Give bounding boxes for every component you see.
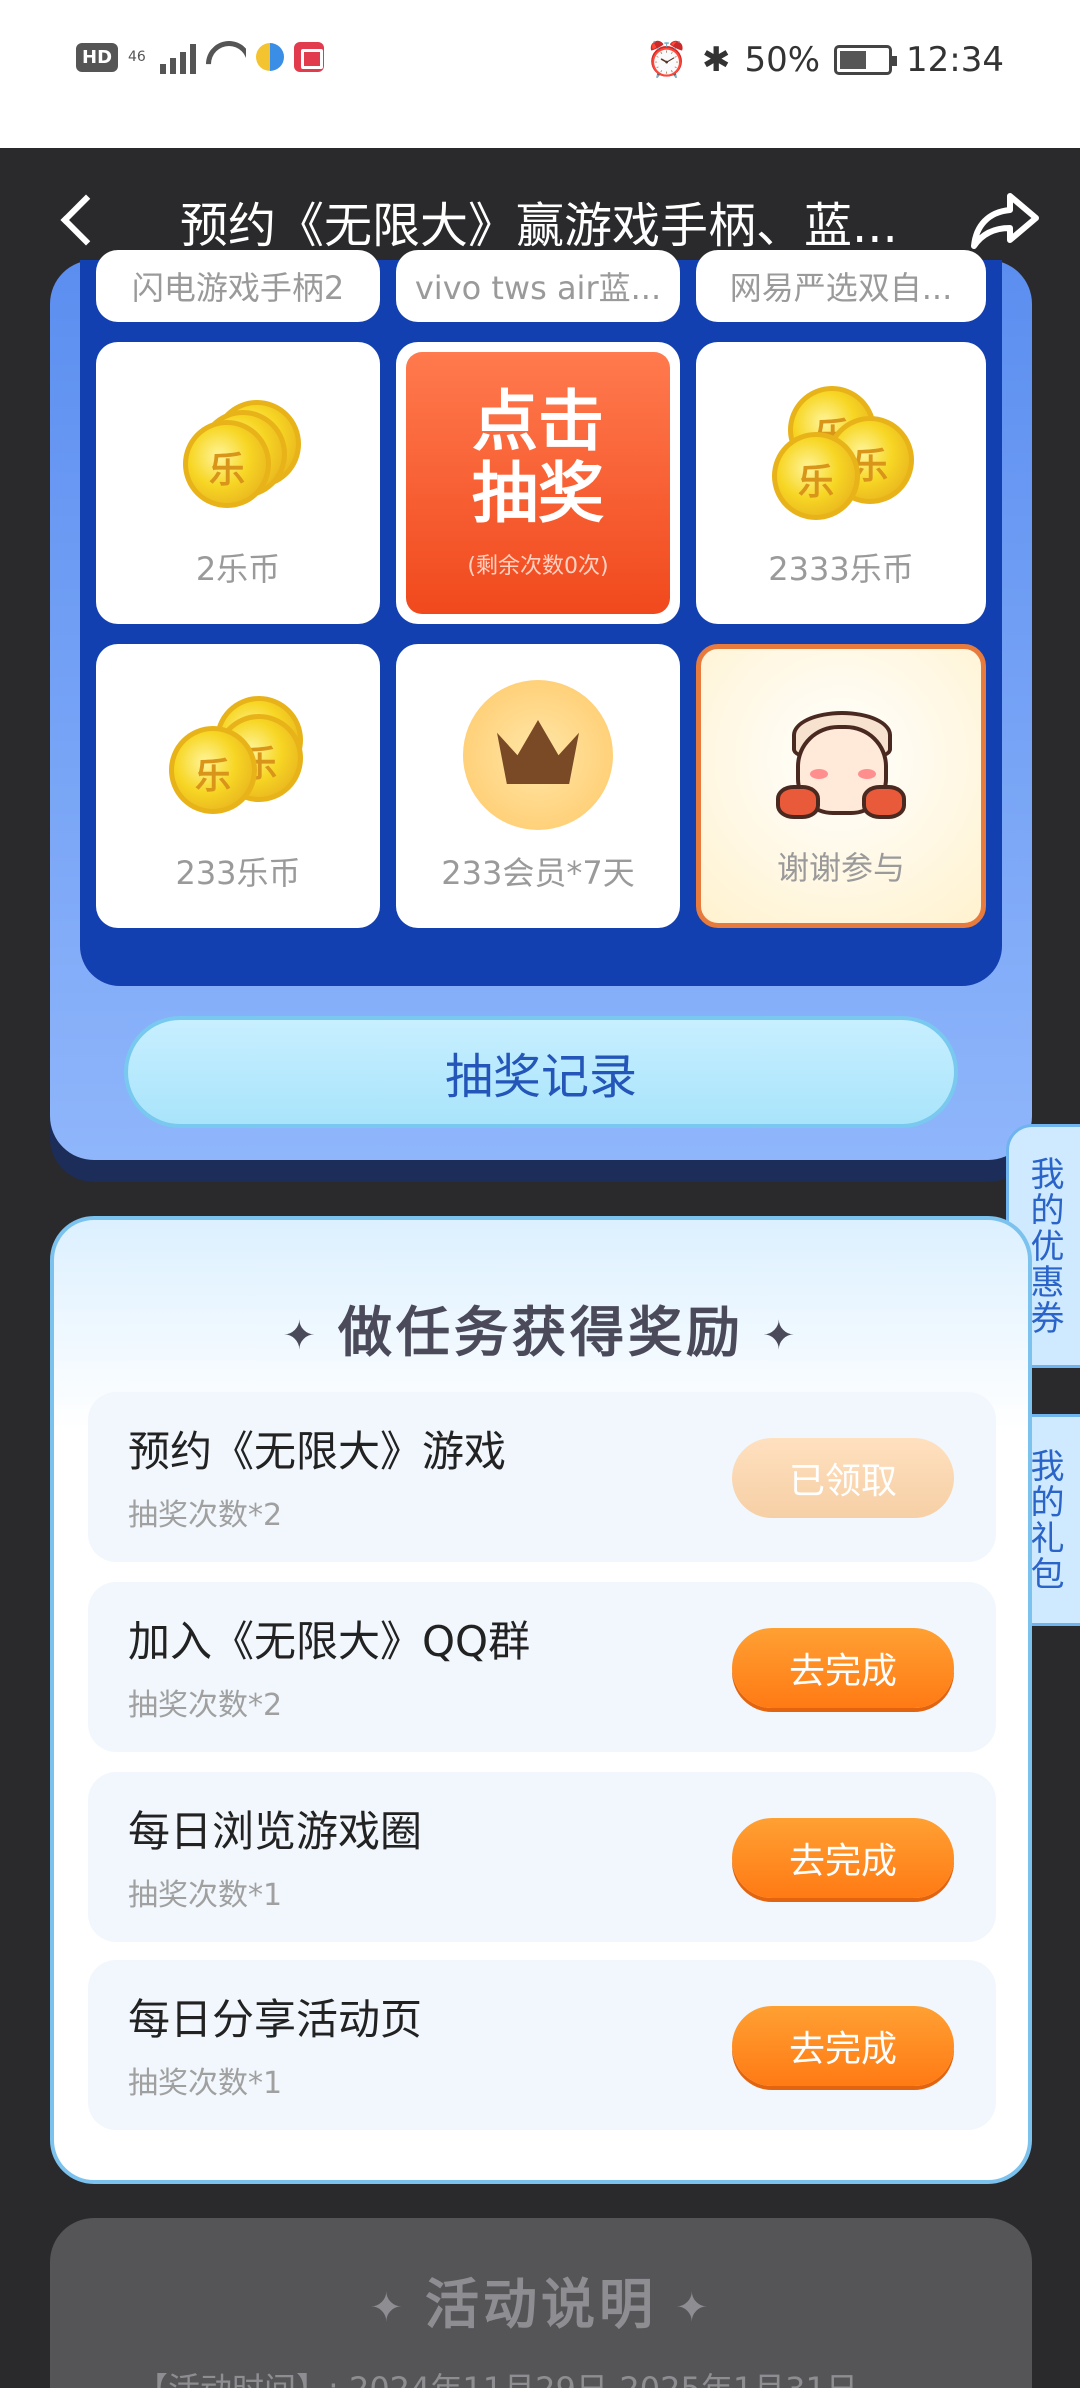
task-complete-button[interactable]: 去完成 xyxy=(732,2006,954,2086)
task-name: 加入《无限大》QQ群 xyxy=(128,1617,531,1666)
description-title-text: 活动说明 xyxy=(425,2273,657,2336)
app-notification-icon-2 xyxy=(293,42,324,72)
prize-label: 谢谢参与 xyxy=(776,849,905,887)
clock: 12:34 xyxy=(906,40,1004,80)
task-item: 每日分享活动页 抽奖次数*1 去完成 xyxy=(88,1960,996,2130)
alarm-icon: ⏰ xyxy=(645,40,688,80)
lottery-grid: 闪电游戏手柄2 vivo tws air蓝... 网易严选双自... 2乐币 点… xyxy=(80,250,1002,986)
prize-label: 闪电游戏手柄2 xyxy=(131,269,345,307)
prize-label: 2乐币 xyxy=(195,550,281,588)
prize-cell-thanks: 谢谢参与 xyxy=(696,644,986,928)
draw-button-label: 点击抽奖 xyxy=(472,383,604,532)
back-icon[interactable] xyxy=(50,188,110,252)
tasks-card: ✦ 做任务获得奖励 ✦ 预约《无限大》游戏 抽奖次数*2 已领取 加入《无限大》QQ… xyxy=(50,1216,1032,2184)
lottery-record-button[interactable]: 抽奖记录 xyxy=(124,1016,958,1128)
status-right: ⏰ ✱ 50% 12:34 xyxy=(646,40,1004,80)
task-name: 每日浏览游戏圈 xyxy=(128,1807,423,1856)
prize-cell-netease: 网易严选双自... xyxy=(696,250,986,322)
coins-icon xyxy=(766,386,916,526)
lottery-card: 闪电游戏手柄2 vivo tws air蓝... 网易严选双自... 2乐币 点… xyxy=(50,250,1032,1160)
prize-cell-coins-2333: 2333乐币 xyxy=(696,342,986,624)
task-complete-button[interactable]: 去完成 xyxy=(732,1818,954,1898)
tasks-title: ✦ 做任务获得奖励 ✦ xyxy=(54,1288,1028,1367)
task-complete-button[interactable]: 去完成 xyxy=(732,1628,954,1708)
prize-cell-vip: 233会员*7天 xyxy=(396,644,680,928)
task-reward: 抽奖次数*1 xyxy=(128,1878,283,1913)
wifi-icon xyxy=(206,41,246,73)
coins-icon xyxy=(163,690,313,830)
task-name: 每日分享活动页 xyxy=(128,1995,423,2044)
status-bar: HD 46 ⏰ ✱ 50% 12:34 xyxy=(0,0,1080,148)
sparkle-icon: ✦ xyxy=(675,2285,713,2332)
battery-icon xyxy=(834,45,898,75)
prize-label: 网易严选双自... xyxy=(729,269,953,307)
task-reward: 抽奖次数*2 xyxy=(128,1498,283,1533)
task-item: 预约《无限大》游戏 抽奖次数*2 已领取 xyxy=(88,1392,996,1562)
activity-time-text: 【活动时间】: 2024年11月29日-2025年1月31日 xyxy=(136,2364,858,2388)
task-reward: 抽奖次数*2 xyxy=(128,1688,283,1723)
prize-label: vivo tws air蓝... xyxy=(414,269,662,307)
task-claimed-button[interactable]: 已领取 xyxy=(732,1438,954,1518)
sparkle-icon: ✦ xyxy=(369,2285,407,2332)
mascot-icon xyxy=(776,705,906,825)
draw-button[interactable]: 点击抽奖 (剩余次数0次) xyxy=(396,342,680,624)
task-reward: 抽奖次数*1 xyxy=(128,2066,283,2101)
signal-icon xyxy=(159,40,196,74)
status-left: HD 46 xyxy=(76,40,324,74)
network-type: 46 xyxy=(128,49,146,65)
prize-cell-earbuds: vivo tws air蓝... xyxy=(396,250,680,322)
task-item: 每日浏览游戏圈 抽奖次数*1 去完成 xyxy=(88,1772,996,1942)
crown-icon xyxy=(463,680,613,830)
battery-percent: 50% xyxy=(744,40,821,80)
prize-cell-coins-2: 2乐币 xyxy=(96,342,380,624)
remaining-draws: (剩余次数0次) xyxy=(467,554,609,579)
prize-cell-coins-233: 233乐币 xyxy=(96,644,380,928)
page-title: 预约《无限大》赢游戏手柄、蓝... xyxy=(180,198,898,254)
prize-cell-gamepad: 闪电游戏手柄2 xyxy=(96,250,380,322)
description-title: ✦ 活动说明 ✦ xyxy=(50,2260,1032,2339)
coins-icon xyxy=(163,386,313,526)
task-item: 加入《无限大》QQ群 抽奖次数*2 去完成 xyxy=(88,1582,996,1752)
prize-label: 233会员*7天 xyxy=(441,854,635,892)
tasks-title-text: 做任务获得奖励 xyxy=(338,1301,744,1364)
share-icon[interactable] xyxy=(970,188,1040,252)
sparkle-icon: ✦ xyxy=(282,1313,320,1360)
bluetooth-icon: ✱ xyxy=(701,40,731,80)
sparkle-icon: ✦ xyxy=(762,1313,800,1360)
prize-label: 233乐币 xyxy=(175,854,301,892)
app-notification-icon xyxy=(255,43,284,71)
hd-icon: HD xyxy=(76,42,119,72)
task-name: 预约《无限大》游戏 xyxy=(128,1427,507,1476)
activity-description-card: ✦ 活动说明 ✦ 【活动时间】: 2024年11月29日-2025年1月31日 xyxy=(50,2218,1032,2388)
prize-label: 2333乐币 xyxy=(768,550,914,588)
